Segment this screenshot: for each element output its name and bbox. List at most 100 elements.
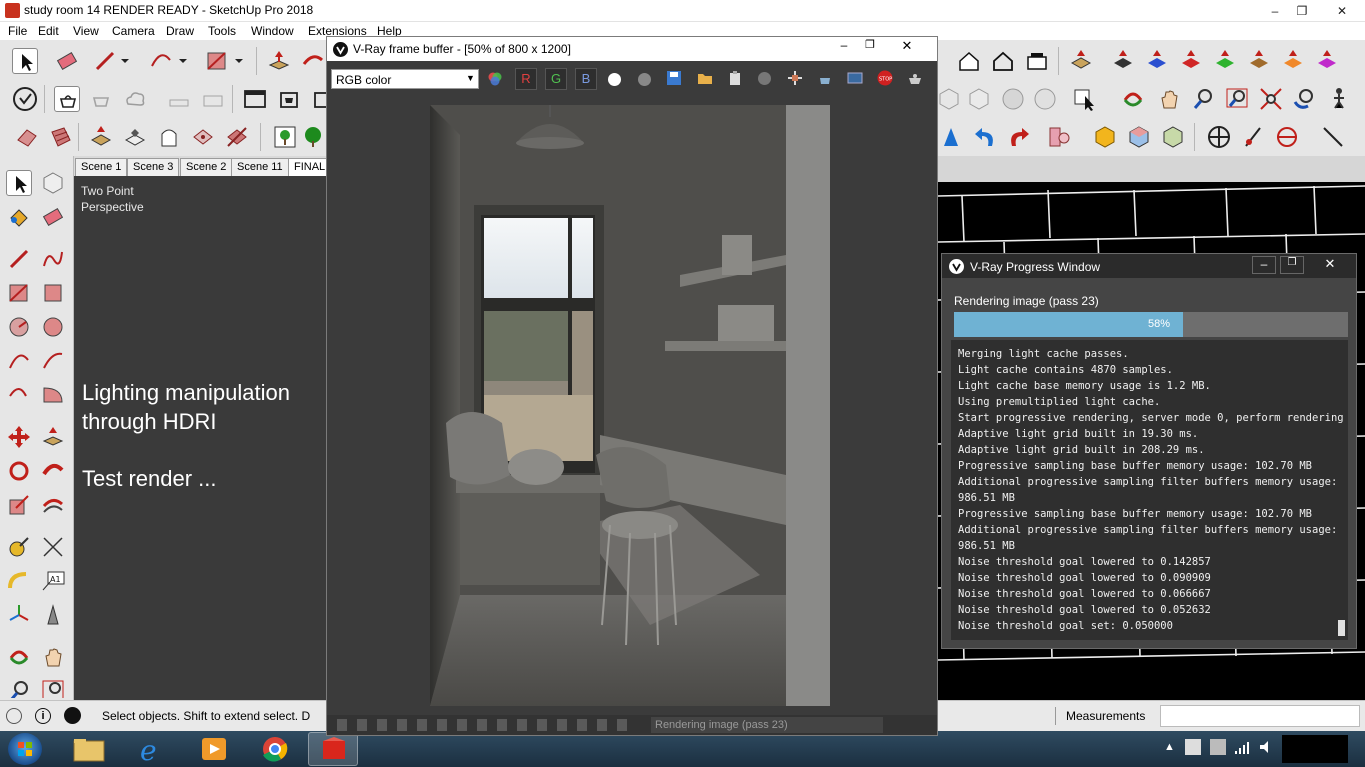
internet-explorer-icon[interactable]: e (132, 734, 170, 767)
model-viewport[interactable]: Two Point Perspective Lighting manipulat… (74, 176, 326, 700)
rotated-rectangle-icon[interactable] (40, 280, 66, 306)
restore-icon[interactable]: ❐ (1280, 256, 1304, 274)
green-channel-button[interactable]: G (545, 68, 567, 90)
region-render-icon[interactable] (787, 70, 803, 86)
file-explorer-icon[interactable] (70, 735, 108, 763)
view-back-icon[interactable] (1212, 48, 1238, 74)
track-mouse-icon[interactable] (758, 72, 771, 85)
interactive-render-icon[interactable] (88, 86, 114, 112)
arc-tool-icon[interactable] (6, 348, 32, 374)
orbit-icon[interactable] (1120, 86, 1146, 112)
view-custom-icon[interactable] (1314, 48, 1340, 74)
show-hidden-icons-icon[interactable]: ▲ (1164, 741, 1175, 753)
measurements-input[interactable] (1160, 705, 1360, 727)
chevron-down-icon[interactable] (118, 48, 132, 74)
two-point-arc-icon[interactable] (40, 348, 66, 374)
clock-area[interactable] (1282, 735, 1348, 763)
paint-bucket-icon[interactable] (6, 204, 32, 230)
tab-scene-3[interactable]: Scene 3 (127, 158, 180, 176)
alpha-white-icon[interactable] (608, 73, 621, 86)
open-folder-icon[interactable] (697, 70, 713, 86)
follow-me-tool-icon[interactable] (300, 48, 326, 74)
tab-final[interactable]: FINAL (288, 158, 332, 176)
restore-icon[interactable]: ❐ (859, 38, 881, 58)
offset-tool-icon[interactable] (40, 492, 66, 518)
vray-logo-icon[interactable] (12, 86, 38, 112)
menu-tools[interactable]: Tools (208, 24, 236, 38)
select-tool-icon[interactable] (6, 170, 32, 196)
section-plane-icon[interactable] (1240, 124, 1266, 150)
cloud-render-icon[interactable] (122, 86, 148, 112)
clear-image-icon[interactable] (727, 70, 743, 86)
render-last-icon[interactable] (817, 70, 833, 86)
tape-measure-icon[interactable] (6, 534, 32, 560)
menu-camera[interactable]: Camera (112, 24, 155, 38)
flip-edge-icon[interactable] (224, 124, 250, 150)
start-button[interactable] (8, 733, 42, 765)
media-player-icon[interactable] (194, 735, 232, 763)
close-icon[interactable]: ✕ (893, 38, 921, 58)
rectangle-tool-icon[interactable] (6, 280, 32, 306)
zoom-window-tool-icon[interactable] (40, 678, 66, 698)
house-outline-icon[interactable] (990, 48, 1016, 74)
arc-tool-icon[interactable] (148, 48, 174, 74)
minimize-icon[interactable]: – (1252, 256, 1276, 274)
three-point-arc-icon[interactable] (6, 382, 32, 408)
chrome-icon[interactable] (256, 735, 294, 763)
pan-tool-icon[interactable] (40, 644, 66, 670)
cube-multi-icon[interactable] (1126, 124, 1152, 150)
save-icon[interactable] (666, 70, 682, 86)
info-icon[interactable]: i (35, 708, 51, 724)
zoom-tool-icon[interactable] (6, 678, 32, 698)
axes-tool-icon[interactable] (6, 602, 32, 628)
scene-cursor-icon[interactable] (1072, 86, 1098, 112)
home-icon[interactable] (956, 48, 982, 74)
view-right-icon[interactable] (1178, 48, 1204, 74)
cube-green-icon[interactable] (1160, 124, 1186, 150)
protractor-tool-icon[interactable] (6, 568, 32, 594)
mirror-icon[interactable] (1046, 124, 1072, 150)
view-left-icon[interactable] (1246, 48, 1272, 74)
make-component-icon[interactable] (40, 170, 66, 196)
undo-arrow-icon[interactable] (972, 124, 998, 150)
minimize-icon[interactable]: – (1262, 2, 1288, 20)
axes-blue-icon[interactable] (938, 124, 964, 150)
close-icon[interactable]: ✕ (1322, 2, 1362, 20)
move-tool-icon[interactable] (6, 424, 32, 450)
tree-icon[interactable] (300, 124, 326, 150)
walk-icon[interactable] (1326, 86, 1352, 112)
sphere-textured-icon[interactable] (1000, 86, 1026, 112)
view-bottom-icon[interactable] (1280, 48, 1306, 74)
cube-wire-icon[interactable] (936, 86, 962, 112)
previous-view-icon[interactable] (1292, 86, 1318, 112)
tray-flag-icon[interactable] (1185, 739, 1201, 755)
cube-hidden-icon[interactable] (966, 86, 992, 112)
zoom-extents-icon[interactable] (1258, 86, 1284, 112)
volume-icon[interactable] (1258, 739, 1274, 755)
log-scrollbar-thumb[interactable] (1338, 620, 1345, 636)
eraser-tool-icon[interactable] (54, 48, 80, 74)
circle-tool-icon[interactable] (6, 314, 32, 340)
red-channel-button[interactable]: R (515, 68, 537, 90)
menu-draw[interactable]: Draw (166, 24, 194, 38)
network-signal-icon[interactable] (1234, 739, 1250, 755)
stamp-icon[interactable] (122, 124, 148, 150)
blue-channel-button[interactable]: B (575, 68, 597, 90)
tray-device-icon[interactable] (1210, 739, 1226, 755)
render-image[interactable] (430, 105, 830, 706)
eraser-tool-icon[interactable] (40, 204, 66, 230)
user-account-icon[interactable] (64, 707, 81, 724)
channel-select[interactable]: RGB color ▼ (331, 69, 479, 89)
frame-buffer-icon[interactable] (242, 86, 268, 112)
redo-arrow-icon[interactable] (1006, 124, 1032, 150)
protractor-icon[interactable] (1274, 124, 1300, 150)
render-teapot-icon[interactable] (54, 86, 80, 112)
follow-me-tool-icon[interactable] (40, 458, 66, 484)
close-icon[interactable]: ✕ (1308, 256, 1352, 274)
line-tool-icon[interactable] (6, 246, 32, 272)
menu-window[interactable]: Window (251, 24, 294, 38)
3d-text-tool-icon[interactable] (40, 602, 66, 628)
chevron-down-icon[interactable] (232, 48, 246, 74)
view-iso-icon[interactable] (1068, 48, 1094, 74)
select-tool-icon[interactable] (12, 48, 38, 74)
